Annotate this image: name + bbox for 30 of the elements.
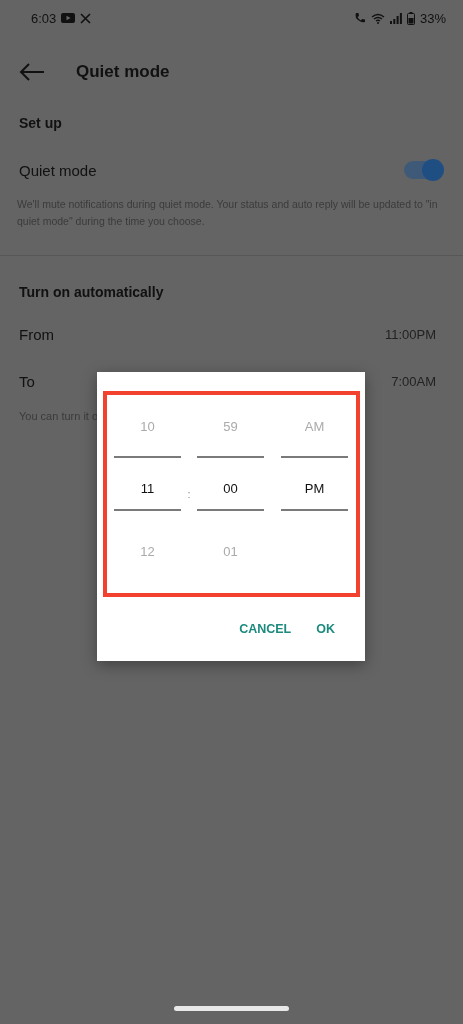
picker-value[interactable]: 10 — [114, 418, 181, 434]
battery-icon — [406, 11, 415, 25]
time-separator: : — [186, 488, 192, 500]
phone-icon — [353, 12, 366, 24]
picker-value[interactable]: 00 — [197, 481, 264, 496]
screen-title: Quiet mode — [76, 61, 170, 82]
picker-value[interactable]: AM — [281, 418, 348, 434]
section-heading: Turn on automatically — [19, 284, 165, 300]
back-arrow-icon[interactable] — [19, 62, 45, 81]
picker-value[interactable]: PM — [281, 481, 348, 496]
home-indicator[interactable] — [174, 1006, 289, 1011]
picker-value[interactable]: 11 — [114, 481, 181, 496]
picker-value[interactable]: 12 — [114, 543, 181, 559]
signal-icon — [389, 12, 402, 24]
cross-icon — [80, 12, 92, 24]
battery-percent: 33% — [419, 10, 446, 26]
time-value[interactable]: 7:00AM — [391, 374, 436, 389]
time-value[interactable]: 11:00PM — [384, 327, 436, 342]
time-label: To — [19, 373, 35, 390]
picker-value[interactable]: 01 — [197, 543, 264, 559]
section-heading: Set up — [19, 115, 63, 131]
toggle-label: Quiet mode — [19, 161, 97, 179]
cancel-button[interactable]: CANCEL — [239, 622, 292, 636]
video-icon — [61, 13, 76, 23]
time-label: From — [19, 326, 54, 343]
ok-button[interactable]: OK — [316, 622, 335, 636]
status-time: 6:03 — [31, 10, 57, 26]
toggle-switch[interactable] — [404, 161, 442, 179]
picker-value[interactable]: 59 — [197, 418, 264, 434]
wifi-icon — [370, 12, 385, 24]
